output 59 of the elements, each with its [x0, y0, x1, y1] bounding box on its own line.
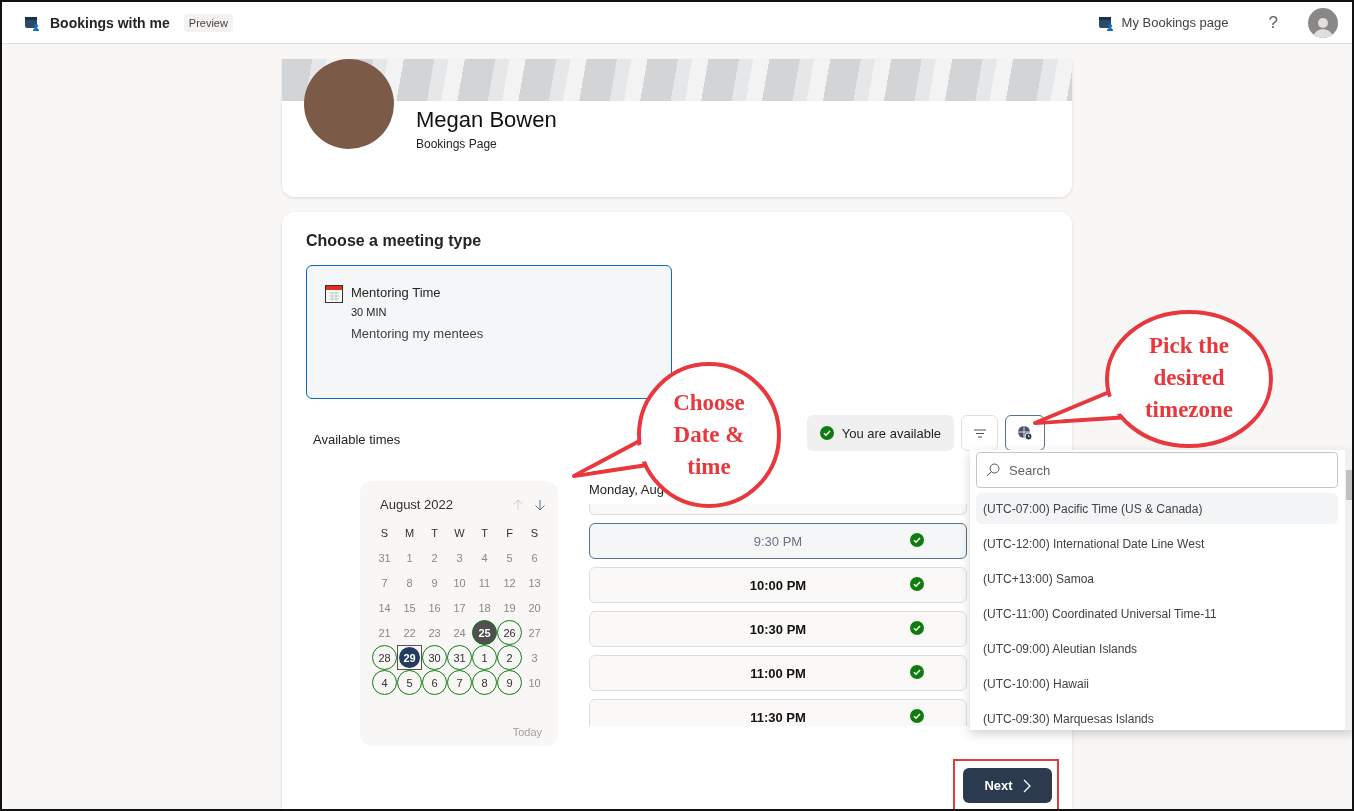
timezone-option[interactable]: (UTC-10:00) Hawaii: [976, 668, 1338, 699]
callout-text: Pick the desired timezone: [1143, 332, 1235, 424]
time-slot[interactable]: 11:30 PM: [589, 699, 967, 726]
bookings-icon: [1097, 14, 1114, 31]
timezone-option[interactable]: (UTC-09:30) Marquesas Islands: [976, 703, 1338, 730]
profile-name: Megan Bowen: [416, 107, 557, 133]
check-icon: [910, 577, 924, 591]
weekday-label: M: [403, 525, 416, 541]
meeting-name: Mentoring Time: [351, 285, 442, 300]
weekday-label: F: [505, 525, 514, 541]
time-slot[interactable]: 10:30 PM: [589, 611, 967, 647]
user-avatar[interactable]: [1308, 7, 1338, 38]
timezone-button[interactable]: [1005, 415, 1045, 451]
meeting-type-card[interactable]: Mentoring Time 30 MIN Mentoring my mentees: [306, 265, 672, 399]
calendar-icon: [325, 285, 343, 303]
timezone-option[interactable]: (UTC-11:00) Coordinated Universal Time-11: [976, 598, 1338, 629]
timezone-option[interactable]: (UTC-12:00) International Date Line West: [976, 528, 1338, 559]
weekday-label: T: [430, 525, 439, 541]
next-button[interactable]: Next: [963, 768, 1052, 803]
bookings-icon: [24, 14, 40, 31]
calendar-day[interactable]: 25: [472, 620, 497, 645]
time-slot[interactable]: 11:00 PM: [589, 655, 967, 691]
globe-clock-icon: [1017, 425, 1033, 441]
profile-subtitle: Bookings Page: [416, 137, 498, 151]
check-icon: [910, 709, 924, 723]
next-month-button[interactable]: [534, 498, 546, 511]
weekday-label: T: [480, 525, 489, 541]
help-button[interactable]: ?: [1264, 12, 1282, 33]
weekday-label: W: [453, 525, 466, 541]
search-field[interactable]: Search: [976, 452, 1338, 488]
check-icon: [819, 426, 834, 440]
timezone-option[interactable]: (UTC+13:00) Samoa: [976, 563, 1338, 594]
meeting-duration: 30 MIN: [351, 306, 388, 318]
preview-badge: Preview: [183, 13, 233, 32]
time-slot[interactable]: [589, 504, 967, 515]
chevron-right-icon: [1022, 778, 1031, 793]
search-icon: [986, 463, 1000, 477]
available-times-label: Available times: [312, 431, 401, 447]
app-title: Bookings with me: [50, 14, 170, 31]
time-slot[interactable]: 9:30 PM: [589, 523, 967, 559]
filter-button[interactable]: [961, 415, 998, 451]
calendar-day[interactable]: 29: [397, 645, 422, 670]
timezone-option[interactable]: (UTC-07:00) Pacific Time (US & Canada): [976, 493, 1338, 524]
my-bookings-link[interactable]: My Bookings page: [1097, 14, 1229, 31]
availability-chip: You are available: [806, 415, 954, 451]
scrollbar[interactable]: [1345, 450, 1352, 730]
check-icon: [910, 665, 924, 679]
weekday-label: S: [379, 525, 390, 541]
meeting-description: Mentoring my mentees: [351, 326, 484, 341]
today-link[interactable]: Today: [512, 726, 550, 738]
weekday-label: S: [529, 525, 540, 541]
timezone-option[interactable]: (UTC-09:00) Aleutian Islands: [976, 633, 1338, 664]
check-icon: [910, 533, 924, 547]
month-label: August 2022: [380, 497, 454, 512]
check-icon: [910, 621, 924, 635]
section-heading: Choose a meeting type: [306, 232, 483, 250]
callout-text: Choose Date & time: [672, 389, 746, 481]
filter-icon: [973, 428, 986, 438]
time-slot[interactable]: 10:00 PM: [589, 567, 967, 603]
